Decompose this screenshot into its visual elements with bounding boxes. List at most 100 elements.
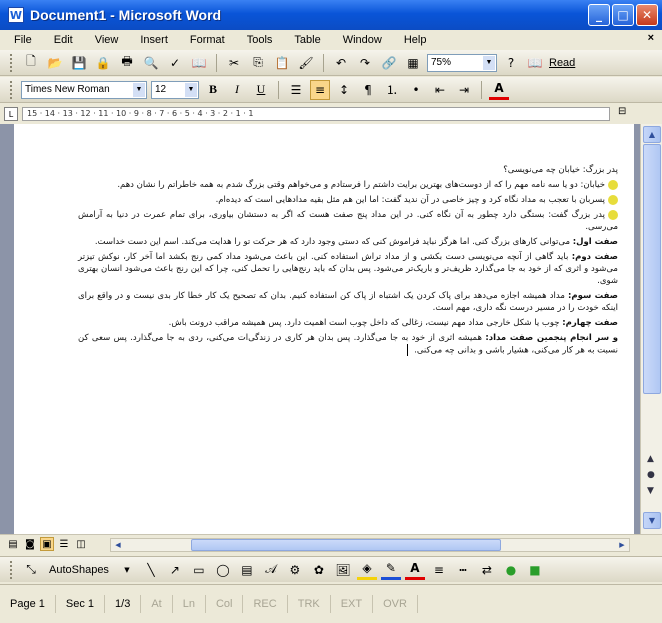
italic-button[interactable]: I	[227, 80, 247, 100]
wordart-icon[interactable]: 𝒜	[261, 560, 281, 580]
document-body[interactable]: پدر بزرگ: خیابان چه می‌نویسی؟ خیابان: دو…	[78, 164, 618, 360]
rectangle-icon[interactable]: ▭	[189, 560, 209, 580]
cut-icon[interactable]: ✂	[224, 53, 244, 73]
open-folder-icon[interactable]: 📂	[45, 53, 65, 73]
menu-file[interactable]: File	[14, 34, 32, 46]
split-box-icon[interactable]: ⊟	[618, 106, 632, 122]
chevron-down-icon[interactable]: ▼	[117, 560, 137, 580]
tab-selector-icon[interactable]: L	[4, 107, 18, 121]
menu-view[interactable]: View	[95, 34, 119, 46]
diagram-icon[interactable]: ⚙	[285, 560, 305, 580]
zoom-select[interactable]: 75% ▼	[427, 53, 497, 72]
paste-icon[interactable]: 📋	[272, 53, 292, 73]
hscroll-thumb[interactable]	[191, 539, 501, 551]
close-button[interactable]: ✕	[636, 4, 658, 26]
bullets-icon[interactable]: •	[406, 80, 426, 100]
format-painter-icon[interactable]: 🖌	[296, 53, 316, 73]
menu-insert[interactable]: Insert	[140, 34, 168, 46]
minimize-button[interactable]: _	[588, 4, 610, 26]
scroll-left-icon[interactable]: ◀	[111, 539, 125, 551]
decrease-indent-icon[interactable]: ⇤	[430, 80, 450, 100]
menu-table[interactable]: Table	[294, 34, 320, 46]
rtl-icon[interactable]: ¶	[358, 80, 378, 100]
outline-view-icon[interactable]: ☰	[57, 537, 71, 551]
shadow-style-icon[interactable]: ●	[501, 560, 521, 580]
toolbar-grip[interactable]	[10, 53, 13, 72]
document-page[interactable]: پدر بزرگ: خیابان چه می‌نویسی؟ خیابان: دو…	[14, 124, 634, 534]
dash-style-icon[interactable]: ┅	[453, 560, 473, 580]
chevron-down-icon[interactable]: ▼	[483, 55, 495, 70]
maximize-button[interactable]: □	[612, 4, 634, 26]
line-color-icon[interactable]: ✎	[380, 560, 401, 580]
select-browse-object-icon[interactable]: ●	[647, 470, 655, 480]
justify-icon[interactable]: ☰	[286, 80, 306, 100]
scroll-up-icon[interactable]: ▲	[643, 126, 661, 143]
status-ovr[interactable]: OVR	[373, 595, 418, 613]
scroll-thumb[interactable]	[643, 144, 661, 394]
undo-icon[interactable]: ↶	[331, 53, 351, 73]
bold-button[interactable]: B	[203, 80, 223, 100]
line-style-icon[interactable]: ≡	[429, 560, 449, 580]
status-trk[interactable]: TRK	[288, 595, 331, 613]
research-icon[interactable]: 📖	[189, 53, 209, 73]
3d-style-icon[interactable]: ■	[525, 560, 545, 580]
oval-icon[interactable]: ◯	[213, 560, 233, 580]
increase-indent-icon[interactable]: ⇥	[454, 80, 474, 100]
tables-borders-icon[interactable]: ▦	[403, 53, 423, 73]
textbox-icon[interactable]: ▤	[237, 560, 257, 580]
word-app-icon[interactable]: W	[8, 7, 24, 23]
underline-button[interactable]: U	[251, 80, 271, 100]
document-close-icon[interactable]: ×	[648, 32, 654, 44]
vertical-scrollbar[interactable]: ▲ ▲ ● ▼ ▼	[640, 124, 662, 534]
menu-tools[interactable]: Tools	[247, 34, 273, 46]
fill-color-icon[interactable]: ◈	[356, 560, 377, 580]
draw-font-color-icon[interactable]: A	[404, 560, 425, 580]
draw-menu-icon[interactable]: ⤡	[21, 560, 41, 580]
font-color-button[interactable]: A	[489, 80, 509, 100]
web-layout-icon[interactable]: ◙	[23, 537, 37, 551]
line-icon[interactable]: ╲	[141, 560, 161, 580]
print-layout-icon[interactable]: ▣	[40, 537, 54, 551]
title-bar[interactable]: W Document1 - Microsoft Word _ □ ✕	[0, 0, 662, 30]
copy-icon[interactable]: ⎘	[248, 53, 268, 73]
arrow-style-icon[interactable]: ⇄	[477, 560, 497, 580]
line-spacing-icon[interactable]: ↕	[334, 80, 354, 100]
new-document-icon[interactable]: 🗋	[21, 53, 41, 73]
horizontal-ruler[interactable]: 15 · 14 · 13 · 12 · 11 · 10 · 9 · 8 · 7 …	[22, 107, 610, 121]
help-icon[interactable]: ?	[501, 53, 521, 73]
font-select[interactable]: Times New Roman ▼	[21, 80, 147, 99]
previous-page-icon[interactable]: ▲	[647, 454, 654, 464]
reading-layout-icon[interactable]: 📖	[525, 53, 545, 73]
spelling-icon[interactable]: ✓	[165, 53, 185, 73]
scroll-right-icon[interactable]: ▶	[615, 539, 629, 551]
reading-layout-view-icon[interactable]: ◫	[74, 537, 88, 551]
numbering-icon[interactable]: ⒈	[382, 80, 402, 100]
menu-format[interactable]: Format	[190, 34, 225, 46]
chevron-down-icon[interactable]: ▼	[133, 82, 145, 97]
menu-edit[interactable]: Edit	[54, 34, 73, 46]
redo-icon[interactable]: ↷	[355, 53, 375, 73]
arrow-icon[interactable]: ↗	[165, 560, 185, 580]
clipart-icon[interactable]: ✿	[309, 560, 329, 580]
menu-window[interactable]: Window	[343, 34, 382, 46]
insert-hyperlink-icon[interactable]: 🔗	[379, 53, 399, 73]
toolbar-grip[interactable]	[10, 560, 13, 579]
normal-view-icon[interactable]: ▤	[6, 537, 20, 551]
next-page-icon[interactable]: ▼	[647, 486, 654, 496]
print-icon[interactable]: 🖶	[117, 53, 137, 73]
print-preview-icon[interactable]: 🔍	[141, 53, 161, 73]
chevron-down-icon[interactable]: ▼	[185, 82, 197, 97]
status-rec[interactable]: REC	[243, 595, 288, 613]
toolbar-grip[interactable]	[10, 80, 13, 99]
picture-icon[interactable]: 🖼	[333, 560, 353, 580]
autoshapes-button[interactable]: AutoShapes	[45, 564, 113, 576]
font-size-select[interactable]: 12 ▼	[151, 80, 199, 99]
menu-help[interactable]: Help	[404, 34, 427, 46]
align-right-icon[interactable]: ≡	[310, 79, 330, 100]
permission-icon[interactable]: 🔒	[93, 53, 113, 73]
status-ext[interactable]: EXT	[331, 595, 374, 613]
save-icon[interactable]: 💾	[69, 53, 89, 73]
read-button[interactable]: Read	[549, 57, 575, 69]
horizontal-scrollbar[interactable]: ◀ ▶	[110, 538, 630, 552]
scroll-down-icon[interactable]: ▼	[643, 512, 661, 529]
